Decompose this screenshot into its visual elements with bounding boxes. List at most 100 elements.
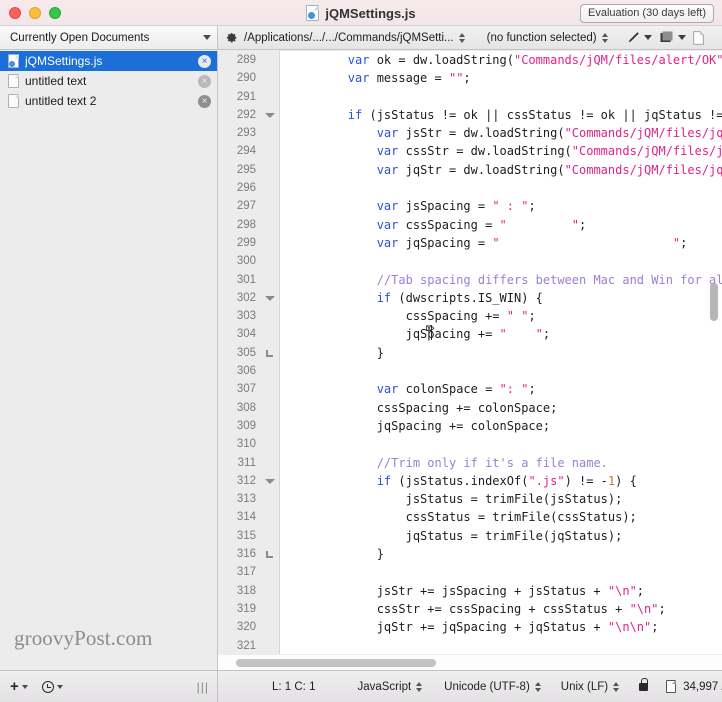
code-fold-gutter[interactable] bbox=[261, 51, 279, 70]
code-fold-gutter[interactable] bbox=[261, 124, 279, 143]
horizontal-scrollbar-thumb[interactable] bbox=[236, 659, 436, 667]
fold-triangle-down-icon[interactable] bbox=[265, 295, 275, 301]
code-line[interactable]: 295 var jqStr = dw.loadString("Commands/… bbox=[218, 160, 722, 180]
code-fold-gutter[interactable] bbox=[261, 490, 279, 509]
code-line[interactable]: 312 if (jsStatus.indexOf(".js") != -1) { bbox=[218, 471, 722, 491]
code-fold-gutter[interactable] bbox=[261, 252, 279, 271]
fold-triangle-down-icon[interactable] bbox=[265, 478, 275, 484]
code-line[interactable]: 305 } bbox=[218, 343, 722, 363]
document-name: untitled text 2 bbox=[25, 94, 97, 108]
code-fold-gutter[interactable] bbox=[261, 380, 279, 399]
sidebar-resize-grip[interactable]: ||| bbox=[197, 680, 209, 694]
code-line[interactable]: 294 var cssStr = dw.loadString("Commands… bbox=[218, 142, 722, 161]
code-line[interactable]: 299 var jqSpacing = " "; bbox=[218, 233, 722, 253]
code-line[interactable]: 313 jsStatus = trimFile(jsStatus); bbox=[218, 490, 722, 509]
add-document-button[interactable]: + bbox=[10, 679, 28, 694]
code-fold-gutter[interactable] bbox=[261, 416, 279, 436]
code-fold-gutter[interactable] bbox=[261, 343, 279, 363]
code-line[interactable]: 303 cssSpacing += " "; bbox=[218, 307, 722, 326]
gear-icon[interactable] bbox=[225, 31, 238, 44]
code-line[interactable]: 298 var cssSpacing = " "; bbox=[218, 215, 722, 234]
code-line[interactable]: 292 if (jsStatus != ok || cssStatus != o… bbox=[218, 105, 722, 125]
document-list-item[interactable]: untitled text 2 × bbox=[0, 91, 217, 111]
code-line[interactable]: 311 //Trim only if it's a file name. bbox=[218, 453, 722, 472]
close-document-icon[interactable]: × bbox=[198, 54, 211, 68]
file-path-selector[interactable]: /Applications/.../.../Commands/jQMSetti.… bbox=[244, 32, 465, 44]
code-line[interactable]: 290 var message = ""; bbox=[218, 69, 722, 88]
encoding-selector[interactable]: Unicode (UTF-8) bbox=[444, 681, 541, 693]
code-fold-gutter[interactable] bbox=[261, 453, 279, 472]
code-line[interactable]: 318 jsStr += jsSpacing + jsStatus + "\n"… bbox=[218, 581, 722, 600]
code-line[interactable]: 306 bbox=[218, 362, 722, 381]
code-fold-gutter[interactable] bbox=[261, 87, 279, 106]
maximize-window-button[interactable] bbox=[49, 6, 61, 19]
close-window-button[interactable] bbox=[9, 6, 21, 19]
split-view-menu-button[interactable] bbox=[659, 31, 686, 44]
function-selector[interactable]: (no function selected) bbox=[487, 32, 608, 44]
code-line[interactable]: 314 cssStatus = trimFile(cssStatus); bbox=[218, 508, 722, 527]
bookmark-menu-button[interactable] bbox=[626, 31, 652, 44]
code-line[interactable]: 308 cssSpacing += colonSpace; bbox=[218, 398, 722, 417]
code-fold-gutter[interactable] bbox=[261, 581, 279, 600]
code-editor[interactable]: 289 var ok = dw.loadString("Commands/jQM… bbox=[218, 51, 722, 670]
minimize-window-button[interactable] bbox=[29, 6, 41, 19]
documents-dropdown[interactable]: Currently Open Documents bbox=[0, 26, 218, 49]
code-line[interactable]: 297 var jsSpacing = " : "; bbox=[218, 197, 722, 216]
close-document-icon[interactable]: × bbox=[198, 94, 211, 108]
code-line[interactable]: 315 jqStatus = trimFile(jqStatus); bbox=[218, 526, 722, 546]
code-fold-gutter[interactable] bbox=[261, 142, 279, 161]
code-line[interactable]: 319 cssStr += cssSpacing + cssStatus + "… bbox=[218, 599, 722, 619]
code-line[interactable]: 293 var jsStr = dw.loadString("Commands/… bbox=[218, 124, 722, 143]
code-fold-gutter[interactable] bbox=[261, 618, 279, 637]
code-line[interactable]: 309 jqSpacing += colonSpace; bbox=[218, 416, 722, 436]
evaluation-badge[interactable]: Evaluation (30 days left) bbox=[579, 4, 714, 23]
code-line[interactable]: 320 jqStr += jqSpacing + jqStatus + "\n\… bbox=[218, 618, 722, 637]
code-fold-gutter[interactable] bbox=[261, 179, 279, 198]
code-fold-gutter[interactable] bbox=[261, 215, 279, 234]
code-line[interactable]: 317 bbox=[218, 563, 722, 582]
code-line[interactable]: 300 bbox=[218, 252, 722, 271]
close-document-icon[interactable]: × bbox=[198, 74, 211, 88]
file-size-indicator[interactable]: 34,997 / 2,... bbox=[666, 680, 722, 693]
line-ending-selector[interactable]: Unix (LF) bbox=[561, 681, 620, 693]
code-line[interactable]: 296 bbox=[218, 179, 722, 198]
code-line[interactable]: 316 } bbox=[218, 545, 722, 564]
code-fold-gutter[interactable] bbox=[261, 270, 279, 289]
vertical-scrollbar[interactable] bbox=[707, 51, 720, 654]
code-fold-gutter[interactable] bbox=[261, 508, 279, 527]
document-list-item[interactable]: jQMSettings.js × bbox=[0, 51, 217, 71]
horizontal-scrollbar[interactable] bbox=[218, 654, 722, 670]
code-fold-gutter[interactable] bbox=[261, 325, 279, 344]
document-list-item[interactable]: untitled text × bbox=[0, 71, 217, 91]
code-fold-gutter[interactable] bbox=[261, 160, 279, 180]
code-fold-gutter[interactable] bbox=[261, 362, 279, 381]
code-fold-gutter[interactable] bbox=[261, 307, 279, 326]
code-line[interactable]: 289 var ok = dw.loadString("Commands/jQM… bbox=[218, 51, 722, 70]
code-fold-gutter[interactable] bbox=[261, 233, 279, 253]
code-fold-gutter[interactable] bbox=[261, 288, 279, 308]
fold-triangle-down-icon[interactable] bbox=[265, 112, 275, 118]
code-fold-gutter[interactable] bbox=[261, 636, 279, 654]
code-line[interactable]: 321 bbox=[218, 636, 722, 654]
code-line[interactable]: 310 bbox=[218, 435, 722, 454]
code-fold-gutter[interactable] bbox=[261, 545, 279, 564]
code-fold-gutter[interactable] bbox=[261, 398, 279, 417]
code-line[interactable]: 304 jqSpacing += " "; bbox=[218, 325, 722, 344]
code-line[interactable]: 291 bbox=[218, 87, 722, 106]
code-line[interactable]: 302 if (dwscripts.IS_WIN) { bbox=[218, 288, 722, 308]
code-line[interactable]: 301 //Tab spacing differs between Mac an… bbox=[218, 270, 722, 289]
recent-documents-button[interactable] bbox=[41, 680, 63, 693]
code-fold-gutter[interactable] bbox=[261, 599, 279, 619]
code-fold-gutter[interactable] bbox=[261, 563, 279, 582]
new-document-button[interactable] bbox=[692, 30, 704, 45]
file-lock-button[interactable] bbox=[639, 678, 649, 691]
code-fold-gutter[interactable] bbox=[261, 105, 279, 125]
vertical-scrollbar-thumb[interactable] bbox=[710, 283, 718, 321]
code-fold-gutter[interactable] bbox=[261, 526, 279, 546]
code-fold-gutter[interactable] bbox=[261, 471, 279, 491]
language-selector[interactable]: JavaScript bbox=[357, 681, 423, 693]
code-fold-gutter[interactable] bbox=[261, 197, 279, 216]
code-line[interactable]: 307 var colonSpace = ": "; bbox=[218, 380, 722, 399]
code-fold-gutter[interactable] bbox=[261, 435, 279, 454]
code-fold-gutter[interactable] bbox=[261, 69, 279, 88]
